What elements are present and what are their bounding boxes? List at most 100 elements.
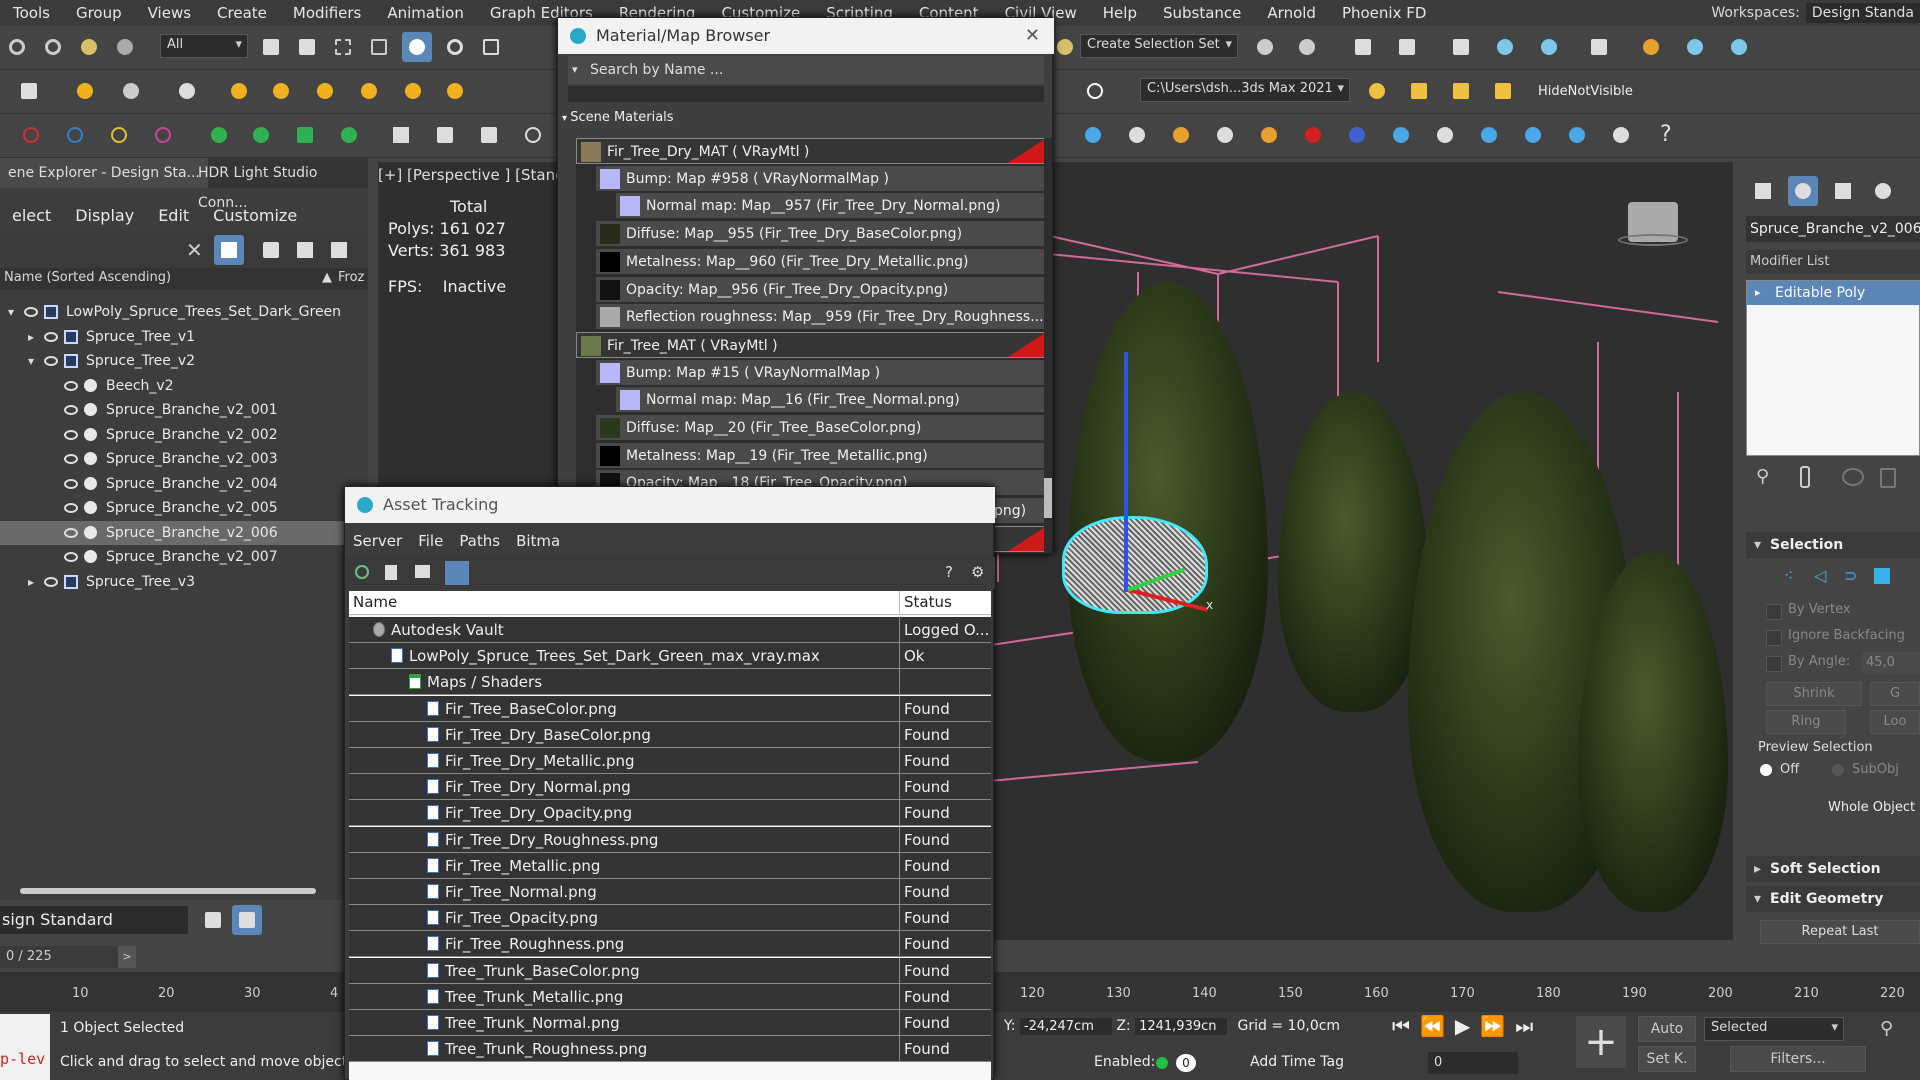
next-frame-icon[interactable]: >	[118, 946, 136, 968]
rendered-frame-icon[interactable]	[1680, 32, 1710, 62]
sim-tool-13-icon[interactable]	[1606, 120, 1636, 150]
selected-branch-object[interactable]	[1062, 516, 1208, 614]
pause-icon[interactable]	[430, 120, 460, 150]
window-crossing-icon[interactable]	[364, 32, 394, 62]
material-list-scrollbar[interactable]	[1044, 138, 1052, 553]
menu-group[interactable]: Group	[63, 0, 135, 26]
asset-row[interactable]: Tree_Trunk_Metallic.png Found	[349, 983, 991, 1010]
expand-all-icon[interactable]	[324, 235, 354, 265]
thumbnail-view-icon[interactable]	[415, 565, 430, 578]
restart-icon[interactable]	[518, 120, 548, 150]
menu-phoenix-fd[interactable]: Phoenix FD	[1329, 0, 1439, 26]
bind-spacewarp-icon[interactable]	[74, 32, 104, 62]
schematic-view-icon[interactable]	[1534, 32, 1564, 62]
col-status-header[interactable]: Status	[899, 591, 956, 615]
loop-button[interactable]: Loo	[1870, 710, 1920, 734]
motion-tab-icon[interactable]	[1868, 176, 1898, 206]
visibility-eye-icon[interactable]	[64, 380, 78, 391]
filters-button[interactable]: Filters...	[1730, 1046, 1866, 1072]
scene-tree-row[interactable]: ▾ LowPoly_Spruce_Trees_Set_Dark_Green	[0, 300, 368, 324]
stack-expand-icon[interactable]: ▸	[1755, 281, 1761, 305]
scene-tree-row[interactable]: Spruce_Branche_v2_005	[0, 496, 368, 520]
scrollbar-thumb[interactable]	[1044, 478, 1052, 518]
clear-search-icon[interactable]: ✕	[186, 238, 203, 262]
scale-icon[interactable]	[476, 32, 506, 62]
visibility-eye-icon[interactable]	[64, 454, 78, 464]
prev-frame-icon[interactable]: ⏪	[1420, 1014, 1455, 1038]
visibility-eye-icon[interactable]	[44, 331, 58, 342]
render-icon[interactable]	[1724, 32, 1754, 62]
col-name-header[interactable]: Name (Sorted Ascending)	[4, 270, 171, 285]
asset-row[interactable]: Fir_Tree_Opacity.png Found	[349, 905, 991, 932]
table-view-icon[interactable]	[445, 561, 469, 585]
vray-physical-camera-icon[interactable]	[172, 76, 202, 106]
menu-arnold[interactable]: Arnold	[1254, 0, 1329, 26]
menu-substance[interactable]: Substance	[1150, 0, 1254, 26]
scene-tree-row[interactable]: Spruce_Branche_v2_004	[0, 472, 368, 496]
create-tab-icon[interactable]	[1748, 176, 1778, 206]
vray-logo-icon[interactable]	[1080, 76, 1110, 106]
scene-materials-group[interactable]: ▾ Scene Materials	[562, 110, 674, 125]
project-path-dropdown[interactable]: C:\Users\dsh...3ds Max 2021	[1140, 78, 1350, 102]
set-key-button[interactable]: Set K.	[1638, 1046, 1696, 1072]
scene-tree-row[interactable]: Spruce_Branche_v2_007	[0, 545, 368, 569]
hierarchy-tab-icon[interactable]	[1828, 176, 1858, 206]
collapse-icon[interactable]: ▾	[28, 349, 34, 373]
sim-tool-1-icon[interactable]	[1078, 120, 1108, 150]
scene-tree-row[interactable]: ▾ Spruce_Tree_v2	[0, 349, 368, 373]
map-row[interactable]: Opacity: Map__956 (Fir_Tree_Dry_Opacity.…	[596, 276, 1046, 303]
sim-tool-8-icon[interactable]	[1386, 120, 1416, 150]
vray-ies-light-icon[interactable]	[310, 76, 340, 106]
folder-icon[interactable]	[1404, 76, 1434, 106]
ignore-backfacing-checkbox[interactable]: Ignore Backfacing	[1766, 628, 1905, 646]
stack-item-editable-poly[interactable]: ▸ Editable Poly	[1747, 281, 1920, 305]
rollout-selection[interactable]: Selection	[1746, 532, 1920, 558]
scene-tree-row[interactable]: Beech_v2	[0, 374, 368, 398]
asset-row[interactable]: Tree_Trunk_Roughness.png Found	[349, 1036, 991, 1063]
scene-tree-row[interactable]: Spruce_Branche_v2_006	[0, 520, 368, 545]
by-vertex-checkbox[interactable]: By Vertex	[1766, 602, 1851, 620]
list-view-icon[interactable]	[385, 565, 397, 580]
refresh-icon[interactable]	[355, 565, 369, 579]
map-row[interactable]: Bump: Map #15 ( VRayNormalMap )	[596, 359, 1046, 386]
scene-tree-row[interactable]: Spruce_Branche_v2_001	[0, 398, 368, 422]
edge-icon[interactable]: ◁	[1814, 566, 1826, 585]
scene-tree-row[interactable]: Spruce_Branche_v2_003	[0, 447, 368, 471]
map-row[interactable]: Metalness: Map__19 (Fir_Tree_Metallic.pn…	[596, 442, 1046, 469]
water-drop-icon[interactable]	[60, 120, 90, 150]
viewport-label[interactable]: [+] [Perspective ] [Standa	[378, 166, 574, 184]
asset-row[interactable]: Fir_Tree_Normal.png Found	[349, 879, 991, 905]
material-row[interactable]: Fir_Tree_MAT ( VRayMtl )	[576, 331, 1046, 358]
scene-tree-row[interactable]: ▸ Spruce_Tree_v1	[0, 325, 368, 349]
burst-icon[interactable]	[334, 120, 364, 150]
by-angle-checkbox[interactable]: By Angle:	[1766, 654, 1850, 672]
map-row[interactable]: Metalness: Map__960 (Fir_Tree_Dry_Metall…	[596, 248, 1046, 275]
current-frame-field[interactable]: 0	[1428, 1052, 1518, 1074]
help-icon[interactable]: ?	[945, 563, 953, 581]
menu-tools[interactable]: Tools	[0, 0, 63, 26]
sim-tool-12-icon[interactable]	[1562, 120, 1592, 150]
close-icon[interactable]: ✕	[1025, 18, 1040, 54]
map-row[interactable]: Diffuse: Map__955 (Fir_Tree_Dry_BaseColo…	[596, 221, 1046, 248]
bind-icon[interactable]	[110, 32, 140, 62]
vertex-icon[interactable]: ⁖	[1784, 566, 1793, 585]
layer-dropdown[interactable]: sign Standard	[0, 906, 188, 934]
layers-icon[interactable]	[198, 905, 228, 935]
menu-create[interactable]: Create	[204, 0, 280, 26]
expand-icon[interactable]: ▸	[28, 570, 34, 594]
rotate-icon[interactable]	[440, 32, 470, 62]
container-icon[interactable]	[14, 76, 44, 106]
collapse-icon[interactable]: ▾	[8, 300, 14, 324]
map-row[interactable]: Reflection roughness: Map__959 (Fir_Tree…	[596, 304, 1046, 331]
scene-tree-row[interactable]: Spruce_Branche_v2_002	[0, 423, 368, 447]
gizmo-z-axis[interactable]	[1124, 352, 1128, 592]
ring-button[interactable]: Ring	[1766, 710, 1846, 734]
visibility-eye-icon[interactable]	[64, 503, 78, 513]
scene-menu-elect[interactable]: elect	[0, 203, 63, 229]
add-time-tag-label[interactable]: Add Time Tag	[1250, 1054, 1344, 1070]
rollout-edit-geometry[interactable]: Edit Geometry	[1746, 886, 1920, 912]
asset-row[interactable]: Fir_Tree_Dry_Metallic.png Found	[349, 748, 991, 774]
remove-modifier-icon[interactable]	[1880, 468, 1896, 488]
map-row[interactable]: Normal map: Map__16 (Fir_Tree_Normal.png…	[616, 387, 1046, 414]
scene-menu-display[interactable]: Display	[63, 203, 146, 229]
